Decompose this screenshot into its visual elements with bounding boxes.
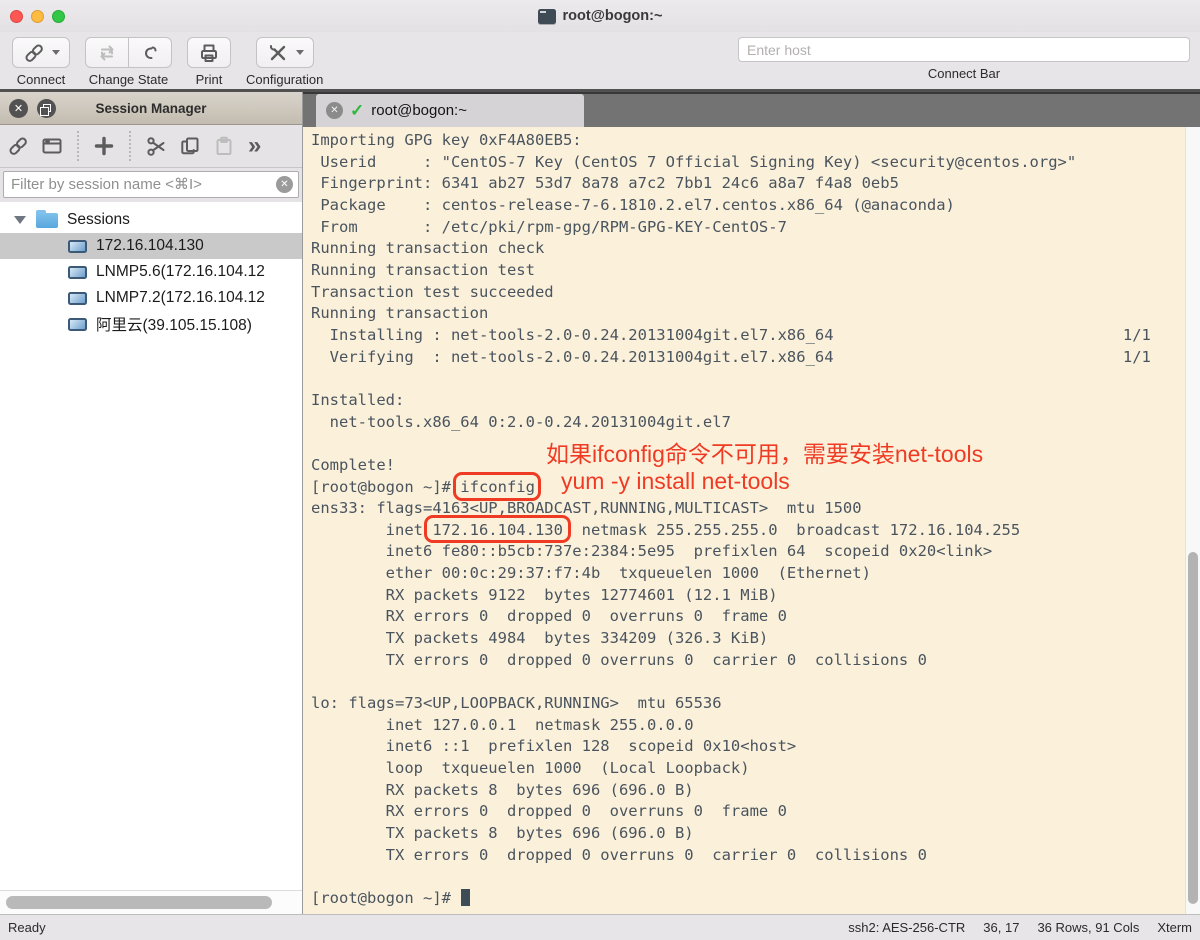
connected-check-icon: ✓ bbox=[350, 101, 364, 121]
toolbar-item-change-state: Change State bbox=[85, 37, 172, 87]
terminal-app-icon bbox=[538, 9, 556, 24]
tab-bar: ✕ ✓ root@bogon:~ bbox=[303, 92, 1200, 127]
host-input[interactable] bbox=[738, 37, 1190, 62]
securecrt-window: root@bogon:~ Connect bbox=[0, 0, 1200, 940]
tab-close-icon[interactable]: ✕ bbox=[326, 102, 343, 119]
sync-arrows-icon bbox=[95, 41, 119, 65]
session-icon bbox=[68, 318, 87, 331]
title-bar: root@bogon:~ bbox=[0, 0, 1200, 32]
add-session-icon[interactable] bbox=[92, 134, 116, 158]
print-label: Print bbox=[196, 72, 223, 87]
overflow-icon[interactable]: » bbox=[248, 134, 261, 158]
broken-link-icon bbox=[138, 41, 162, 65]
sidebar-horizontal-scrollbar[interactable] bbox=[0, 890, 302, 914]
scrollbar-thumb[interactable] bbox=[6, 896, 272, 909]
status-terminal-size: 36 Rows, 91 Cols bbox=[1037, 920, 1139, 935]
tab-title: root@bogon:~ bbox=[371, 102, 467, 119]
session-filter-input[interactable] bbox=[3, 171, 299, 198]
disconnect-button[interactable] bbox=[129, 37, 172, 68]
new-window-icon[interactable] bbox=[40, 134, 64, 158]
folder-label: Sessions bbox=[67, 211, 130, 229]
annotation-text: 如果ifconfig命令不可用，需要安装net-tools bbox=[546, 435, 983, 469]
terminal-vertical-scrollbar[interactable] bbox=[1185, 127, 1200, 914]
scrollbar-thumb[interactable] bbox=[1188, 552, 1198, 904]
status-cursor-position: 36, 17 bbox=[983, 920, 1019, 935]
terminal-pane: ✕ ✓ root@bogon:~ Importing GPG key 0xF4A… bbox=[303, 92, 1200, 914]
close-window-button[interactable] bbox=[10, 10, 23, 23]
print-button[interactable] bbox=[187, 37, 231, 68]
status-emulation: Xterm bbox=[1157, 920, 1192, 935]
clear-filter-icon[interactable]: ✕ bbox=[276, 176, 293, 193]
chevron-down-icon bbox=[52, 50, 60, 55]
filter-row: ✕ bbox=[0, 168, 302, 202]
status-cipher: ssh2: AES-256-CTR bbox=[848, 920, 965, 935]
divider bbox=[129, 131, 131, 161]
window-title: root@bogon:~ bbox=[563, 8, 663, 24]
configuration-label: Configuration bbox=[246, 72, 323, 87]
session-manager-header: ✕ Session Manager bbox=[0, 92, 302, 125]
terminal-screen[interactable]: Importing GPG key 0xF4A80EB5: Userid : "… bbox=[303, 127, 1200, 914]
tools-icon bbox=[266, 41, 290, 65]
session-label: LNMP5.6(172.16.104.12 bbox=[96, 263, 265, 281]
session-manager-toolbar: » bbox=[0, 125, 302, 168]
session-item[interactable]: LNMP7.2(172.16.104.12 bbox=[0, 285, 302, 311]
tree-folder-sessions[interactable]: Sessions bbox=[0, 207, 302, 233]
disclosure-triangle-icon[interactable] bbox=[14, 216, 26, 224]
connect-label: Connect bbox=[17, 72, 65, 87]
chevron-down-icon bbox=[296, 50, 304, 55]
toolbar-item-print: Print bbox=[187, 37, 231, 87]
status-bar: Ready ssh2: AES-256-CTR 36, 17 36 Rows, … bbox=[0, 914, 1200, 940]
terminal-cursor bbox=[461, 889, 470, 906]
printer-icon bbox=[197, 41, 221, 65]
minimize-window-button[interactable] bbox=[31, 10, 44, 23]
annotation-text: yum -y install net-tools bbox=[561, 468, 790, 495]
divider bbox=[77, 131, 79, 161]
traffic-lights bbox=[10, 10, 65, 23]
zoom-window-button[interactable] bbox=[52, 10, 65, 23]
session-label: 阿里云(39.105.15.108) bbox=[96, 313, 252, 335]
session-item[interactable]: 172.16.104.130 bbox=[0, 233, 302, 259]
paste-icon[interactable] bbox=[212, 134, 236, 158]
session-label: 172.16.104.130 bbox=[96, 237, 204, 255]
folder-icon bbox=[36, 213, 58, 228]
annotation-circle-ip bbox=[424, 515, 571, 543]
annotation-circle-ifconfig bbox=[453, 472, 541, 501]
configuration-button[interactable] bbox=[256, 37, 314, 68]
session-manager-title: Session Manager bbox=[0, 101, 302, 116]
copy-icon[interactable] bbox=[178, 134, 202, 158]
toolbar-item-connect: Connect bbox=[12, 37, 70, 87]
change-state-label: Change State bbox=[89, 72, 169, 87]
session-label: LNMP7.2(172.16.104.12 bbox=[96, 289, 265, 307]
chain-link-icon bbox=[22, 41, 46, 65]
session-icon bbox=[68, 292, 87, 305]
connect-bar-group: Connect Bar bbox=[738, 37, 1190, 81]
session-item[interactable]: LNMP5.6(172.16.104.12 bbox=[0, 259, 302, 285]
connect-button[interactable] bbox=[12, 37, 70, 68]
connect-session-icon[interactable] bbox=[6, 134, 30, 158]
session-item[interactable]: 阿里云(39.105.15.108) bbox=[0, 311, 302, 337]
status-ready: Ready bbox=[8, 920, 46, 935]
connect-bar-label: Connect Bar bbox=[928, 66, 1000, 81]
toolbar-item-configuration: Configuration bbox=[246, 37, 323, 87]
session-tree: Sessions 172.16.104.130 LNMP5.6(172.16.1… bbox=[0, 202, 302, 890]
session-manager-panel: ✕ Session Manager bbox=[0, 92, 303, 914]
main-toolbar: Connect Cha bbox=[0, 32, 1200, 92]
tab-root-bogon[interactable]: ✕ ✓ root@bogon:~ bbox=[316, 94, 584, 127]
session-icon bbox=[68, 240, 87, 253]
reconnect-button[interactable] bbox=[85, 37, 129, 68]
session-icon bbox=[68, 266, 87, 279]
cut-icon[interactable] bbox=[144, 134, 168, 158]
